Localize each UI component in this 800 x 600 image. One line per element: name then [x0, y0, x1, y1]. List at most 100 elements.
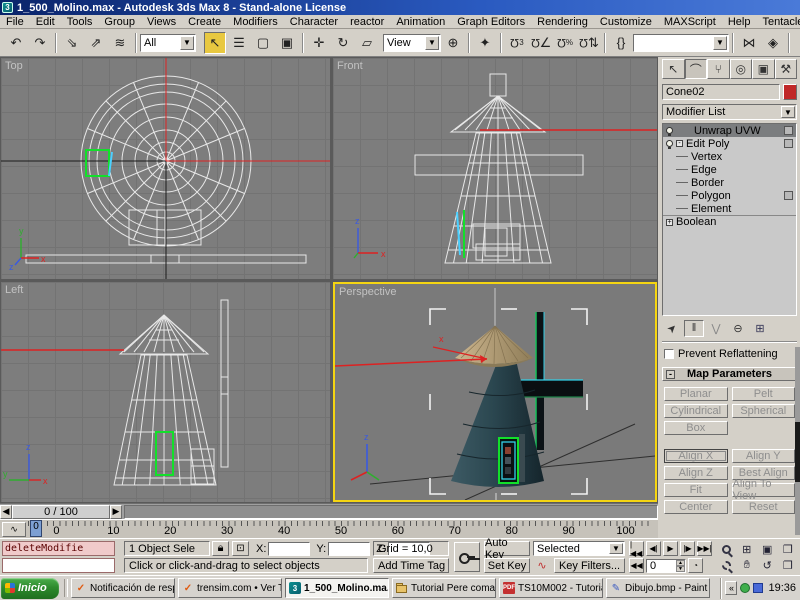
y-coordinate-field[interactable]	[328, 542, 370, 556]
zoom-all-icon[interactable]: ⊞	[737, 541, 758, 558]
create-tab-icon[interactable]: ↖	[662, 59, 685, 79]
motion-tab-icon[interactable]: ◎	[730, 59, 753, 79]
show-end-result-icon[interactable]: ‖	[684, 320, 704, 337]
messenger-tray-icon[interactable]	[740, 583, 750, 593]
remove-modifier-icon[interactable]: ⊖	[728, 320, 748, 337]
time-slider-value[interactable]: 0 / 100	[12, 505, 110, 519]
network-tray-icon[interactable]	[753, 583, 763, 593]
viewport-left[interactable]: Left	[1, 282, 330, 502]
mirror-icon[interactable]: ⋈	[738, 32, 760, 54]
select-and-rotate-icon[interactable]: ↻	[332, 32, 354, 54]
chevron-down-icon[interactable]: ▼	[425, 36, 439, 50]
chevron-down-icon[interactable]: ▼	[609, 543, 623, 554]
maxscript-mini-listener[interactable]: deleteModifie	[2, 541, 115, 556]
select-and-link-icon[interactable]: ⇘	[61, 32, 83, 54]
align-y-button[interactable]: Align Y	[732, 449, 796, 463]
menu-create[interactable]: Create	[182, 16, 227, 28]
time-slider-track[interactable]	[124, 505, 658, 519]
modifier-toggle-square[interactable]	[784, 139, 793, 148]
select-object-icon[interactable]: ↖	[204, 32, 226, 54]
pan-view-icon[interactable]: ✋︎	[737, 558, 758, 575]
select-and-scale-icon[interactable]: ▱	[356, 32, 378, 54]
modifier-enable-bulb-icon[interactable]	[666, 127, 673, 134]
previous-frame-arrow[interactable]: ◀	[0, 505, 12, 519]
x-coordinate-field[interactable]	[268, 542, 310, 556]
align-x-button[interactable]: Align X	[664, 449, 728, 463]
spinner-snap-icon[interactable]: Ω⇅	[578, 32, 600, 54]
stack-subitem-polygon[interactable]: Polygon	[663, 189, 796, 202]
chevron-down-icon[interactable]: ▼	[781, 106, 795, 118]
go-to-start-icon[interactable]: |◀◀	[629, 541, 644, 556]
align-z-button[interactable]: Align Z	[664, 466, 728, 480]
map-parameters-rollout-header[interactable]: - Map Parameters	[662, 367, 797, 381]
stack-subitem-vertex[interactable]: Vertex	[663, 150, 796, 163]
chevron-down-icon[interactable]: ▼	[713, 36, 727, 50]
modifier-toggle-square[interactable]	[784, 191, 793, 200]
stack-item-unwrap-uvw[interactable]: Unwrap UVW	[663, 124, 796, 137]
set-key-button[interactable]: Set Key	[484, 558, 530, 573]
taskbar-task-trensim[interactable]: ✓ trensim.com • Ver T...	[178, 578, 282, 598]
menu-file[interactable]: File	[0, 16, 30, 28]
maximize-viewport-toggle-icon[interactable]: ❐	[778, 558, 799, 575]
arc-rotate-icon[interactable]: ↺	[757, 558, 778, 575]
viewport-front-label[interactable]: Front	[337, 60, 363, 72]
hierarchy-tab-icon[interactable]: ⑂	[707, 59, 730, 79]
menu-character[interactable]: Character	[284, 16, 344, 28]
select-by-name-icon[interactable]: ☰	[228, 32, 250, 54]
object-name-field[interactable]: Cone02	[662, 84, 780, 100]
stack-subitem-element[interactable]: Element	[663, 202, 796, 215]
taskbar-task-folder[interactable]: Tutorial Pere comas 3d	[392, 578, 496, 598]
box-button[interactable]: Box	[664, 421, 728, 435]
configure-modifier-sets-icon[interactable]: ⊞	[750, 320, 770, 337]
modifier-list-dropdown[interactable]: Modifier List▼	[662, 104, 797, 120]
tray-expand-icon[interactable]: «	[725, 581, 737, 595]
time-configuration-icon[interactable]: ◔	[688, 558, 703, 573]
expand-collapse-icon[interactable]: +	[666, 219, 673, 226]
menu-reactor[interactable]: reactor	[344, 16, 390, 28]
stack-item-boolean[interactable]: + Boolean	[663, 215, 796, 228]
pin-stack-icon[interactable]: ➤	[659, 315, 685, 341]
stack-subitem-edge[interactable]: Edge	[663, 163, 796, 176]
align-icon[interactable]: ◈	[762, 32, 784, 54]
window-crossing-icon[interactable]: ▣	[276, 32, 298, 54]
layer-manager-icon[interactable]: ≣	[794, 32, 800, 54]
time-slider-handle[interactable]: 0	[30, 520, 42, 537]
viewport-top[interactable]: Top	[1, 58, 330, 279]
viewport-perspective-label[interactable]: Perspective	[339, 286, 396, 298]
rectangular-selection-region-icon[interactable]: ▢	[252, 32, 274, 54]
percent-snap-icon[interactable]: Ω%	[554, 32, 576, 54]
zoom-icon[interactable]	[716, 541, 737, 558]
menu-modifiers[interactable]: Modifiers	[227, 16, 284, 28]
zoom-extents-icon[interactable]: ▣	[757, 541, 778, 558]
previous-frame-icon[interactable]: ◀|	[646, 541, 661, 556]
selection-lock-icon[interactable]: 🔒︎	[212, 541, 229, 556]
select-and-manipulate-icon[interactable]: ✦	[474, 32, 496, 54]
viewport-left-label[interactable]: Left	[5, 284, 23, 296]
menu-maxscript[interactable]: MAXScript	[658, 16, 722, 28]
undo-icon[interactable]: ↶	[5, 32, 27, 54]
set-keys-key-icon[interactable]	[454, 542, 480, 572]
frame-spinner[interactable]: ▲▼	[676, 560, 685, 572]
zoom-region-icon[interactable]	[716, 558, 737, 575]
spherical-button[interactable]: Spherical	[732, 404, 796, 418]
modifier-toggle-square[interactable]	[784, 126, 793, 135]
select-and-move-icon[interactable]: ✛	[308, 32, 330, 54]
use-pivot-center-icon[interactable]: ⊕	[442, 32, 464, 54]
menu-graph-editors[interactable]: Graph Editors	[451, 16, 531, 28]
collapse-rollout-icon[interactable]: -	[666, 370, 675, 379]
menu-help[interactable]: Help	[722, 16, 757, 28]
align-to-view-button[interactable]: Align To View	[732, 483, 796, 497]
chevron-down-icon[interactable]: ▼	[180, 36, 194, 50]
zoom-extents-all-icon[interactable]: ❒	[778, 541, 799, 558]
edit-named-selection-sets-icon[interactable]: {}	[610, 32, 632, 54]
named-selection-sets-dropdown[interactable]: ▼	[633, 34, 729, 52]
default-in-out-tangent-icon[interactable]: ∿	[533, 558, 551, 573]
reference-coordsys-dropdown[interactable]: View▼	[383, 34, 441, 52]
menu-customize[interactable]: Customize	[594, 16, 658, 28]
maxscript-listener-input[interactable]	[2, 558, 115, 573]
open-mini-curve-editor-icon[interactable]: ∿	[2, 522, 26, 537]
expand-collapse-icon[interactable]: -	[676, 140, 683, 147]
absolute-mode-toggle-icon[interactable]: ⊡	[232, 541, 249, 556]
unlink-selection-icon[interactable]: ⇗	[85, 32, 107, 54]
taskbar-task-paint[interactable]: ✎ Dibujo.bmp - Paint	[606, 578, 710, 598]
